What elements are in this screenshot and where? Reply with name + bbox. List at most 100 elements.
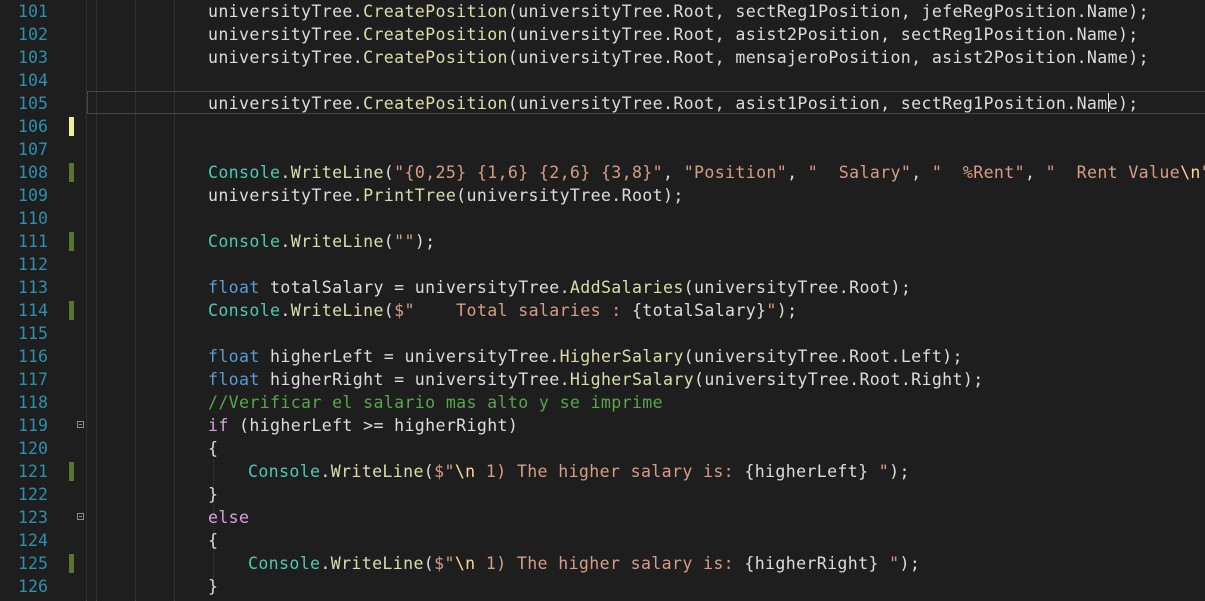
code-token: ); <box>899 554 921 573</box>
text-caret <box>1108 93 1109 112</box>
code-token: ( <box>423 462 435 481</box>
code-token: ); <box>889 462 910 481</box>
code-line[interactable]: 124 { <box>0 529 1205 552</box>
code-token: , <box>911 163 932 182</box>
code-token: , <box>1024 163 1046 182</box>
code-token: $" <box>434 462 455 481</box>
code-token: "" <box>394 232 415 251</box>
code-token: universityTree. <box>208 186 364 205</box>
code-text: universityTree.CreatePosition(university… <box>208 23 1139 46</box>
code-line[interactable]: 126} <box>0 575 1205 598</box>
collapse-icon[interactable] <box>77 421 84 428</box>
code-line[interactable]: 123 else <box>0 506 1205 529</box>
line-number: 103 <box>18 48 48 67</box>
code-token: , <box>787 163 808 182</box>
code-token: {totalSalary} <box>631 301 767 320</box>
code-editor[interactable]: 101 universityTree.CreatePosition(univers… <box>0 0 1205 601</box>
line-number: 124 <box>18 531 48 550</box>
code-line[interactable]: 125 Console.WriteLine($"\n 1) The higher … <box>0 552 1205 575</box>
line-number: 119 <box>18 416 48 435</box>
code-line[interactable]: 117 float higherRight = universityTree.Hi… <box>0 368 1205 391</box>
code-token: PrintTree <box>363 186 457 205</box>
code-token: WriteLine <box>290 232 384 251</box>
code-line[interactable]: 113 float totalSalary = universityTree.Ad… <box>0 276 1205 299</box>
code-token: higherRight = universityTree. <box>259 370 570 389</box>
code-token: (universityTree.Root, asist2Position, se… <box>507 25 1139 44</box>
line-number: 109 <box>18 186 48 205</box>
code-token: ( <box>383 301 395 320</box>
code-text: float higherLeft = universityTree.Higher… <box>208 345 963 368</box>
code-token: Console <box>248 554 321 573</box>
code-line[interactable]: 118 //Verificar el salario mas alto y se … <box>0 391 1205 414</box>
code-line[interactable]: 120 { <box>0 437 1205 460</box>
line-number: 115 <box>18 324 48 343</box>
code-text: else <box>208 506 249 529</box>
line-number: 112 <box>18 255 48 274</box>
code-line[interactable]: 121 Console.WriteLine($"\n 1) The higher … <box>0 460 1205 483</box>
code-token: universityTree. <box>208 2 364 21</box>
code-token: if <box>208 416 229 435</box>
code-line[interactable]: 115 <box>0 322 1205 345</box>
code-line[interactable]: 122} <box>0 483 1205 506</box>
code-token: " <box>868 462 890 481</box>
line-number: 101 <box>18 2 48 21</box>
code-line[interactable]: 102 universityTree.CreatePosition(univers… <box>0 23 1205 46</box>
code-token: $" Total salaries : <box>394 301 632 320</box>
saved-change-marker <box>69 554 74 573</box>
code-token: CreatePosition <box>363 2 508 21</box>
code-token: Console <box>208 232 281 251</box>
code-line[interactable]: 104 <box>0 69 1205 92</box>
code-token: {higherRight} <box>744 554 879 573</box>
code-text: float higherRight = universityTree.Highe… <box>208 368 984 391</box>
code-token: HigherSalary <box>569 370 695 389</box>
code-line[interactable]: 114 Console.WriteLine($" Total salaries :… <box>0 299 1205 322</box>
line-number: 121 <box>18 462 48 481</box>
code-text: { <box>208 437 218 460</box>
code-text: Console.WriteLine("{0,25} {1,6} {2,6} {3… <box>208 161 1205 184</box>
code-text: float totalSalary = universityTree.AddSa… <box>208 276 911 299</box>
code-token: (universityTree.Root, mensajeroPosition,… <box>507 48 1149 67</box>
code-line[interactable]: 108 Console.WriteLine("{0,25} {1,6} {2,6}… <box>0 161 1205 184</box>
code-token: WriteLine <box>330 554 424 573</box>
code-line[interactable]: 105 universityTree.CreatePosition(univers… <box>0 92 1205 115</box>
code-token: AddSalaries <box>569 278 684 297</box>
code-token: float <box>208 347 260 366</box>
code-text: Console.WriteLine($"\n 1) The higher sal… <box>248 460 910 483</box>
code-line[interactable]: 112 <box>0 253 1205 276</box>
code-token: ); <box>776 301 798 320</box>
code-line[interactable]: 109 universityTree.PrintTree(universityTr… <box>0 184 1205 207</box>
code-text: } <box>208 483 218 506</box>
code-token: " <box>766 301 777 320</box>
code-token: float <box>208 370 260 389</box>
code-line[interactable]: 116 float higherLeft = universityTree.Hig… <box>0 345 1205 368</box>
code-text: { <box>208 529 218 552</box>
line-number: 118 <box>18 393 48 412</box>
code-line[interactable]: 111 Console.WriteLine(""); <box>0 230 1205 253</box>
code-line[interactable]: 101 universityTree.CreatePosition(univers… <box>0 0 1205 23</box>
code-text: universityTree.PrintTree(universityTree.… <box>208 184 684 207</box>
code-token: " <box>1201 163 1205 182</box>
code-token: higherLeft = universityTree. <box>259 347 560 366</box>
code-token: {higherLeft} <box>744 462 869 481</box>
code-line[interactable]: 103 universityTree.CreatePosition(univers… <box>0 46 1205 69</box>
code-line[interactable]: 119 if (higherLeft >= higherRight) <box>0 414 1205 437</box>
code-token: float <box>208 278 260 297</box>
code-text: universityTree.CreatePosition(university… <box>208 92 1139 115</box>
code-token: (universityTree.Root.Right); <box>694 370 984 389</box>
code-token: CreatePosition <box>363 48 508 67</box>
saved-change-marker <box>69 301 74 320</box>
code-text: universityTree.CreatePosition(university… <box>208 46 1149 69</box>
code-line[interactable]: 106 <box>0 115 1205 138</box>
code-token: " %Rent" <box>931 163 1025 182</box>
code-token: " Rent Value <box>1045 163 1181 182</box>
line-number: 111 <box>18 232 48 251</box>
saved-change-marker <box>69 462 74 481</box>
collapse-icon[interactable] <box>77 513 84 520</box>
code-line[interactable]: 107 <box>0 138 1205 161</box>
code-token: (higherLeft >= higherRight) <box>228 416 519 435</box>
code-token: (universityTree.Root); <box>456 186 684 205</box>
code-token: (universityTree.Root.Left); <box>683 347 963 366</box>
line-number: 107 <box>18 140 48 159</box>
code-line[interactable]: 110 <box>0 207 1205 230</box>
code-token: //Verificar el salario mas alto y se imp… <box>208 393 663 412</box>
